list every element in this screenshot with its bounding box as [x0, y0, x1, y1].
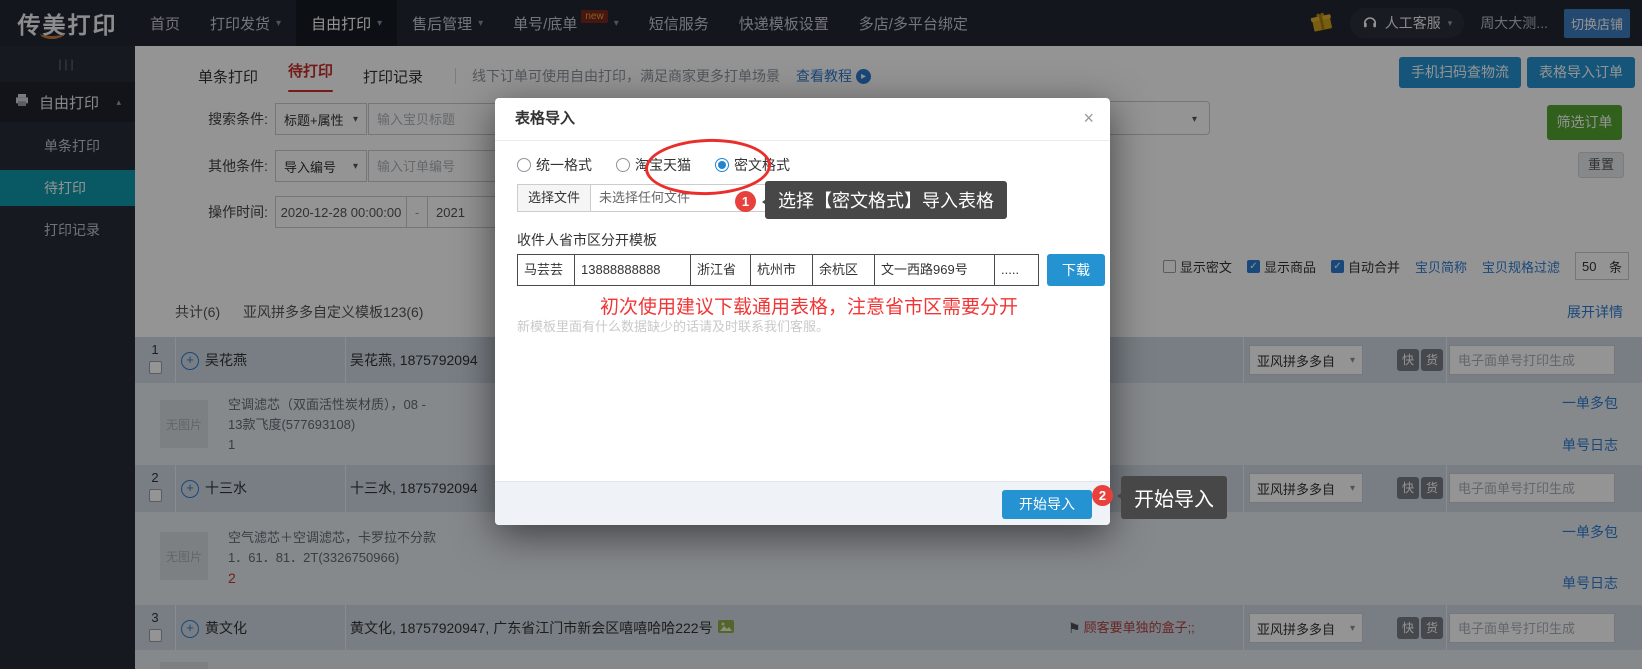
choose-file-button[interactable]: 选择文件 — [518, 185, 591, 211]
table-import-modal: 表格导入 × 统一格式 淘宝天猫 密文格式 选择文件 未选择任何文件 收件人省市… — [495, 98, 1110, 525]
sample-cell-more: ..... — [994, 255, 1038, 285]
warning-text: 初次使用建议下载通用表格，注意省市区需要分开 — [600, 297, 1019, 318]
note-text: 新模板里面有什么数据缺少的话请及时联系我们客服。 — [517, 319, 830, 334]
modal-footer: 开始导入 — [495, 481, 1110, 525]
sample-cell-province: 浙江省 — [690, 255, 750, 285]
radio-unified-format[interactable]: 统一格式 — [517, 155, 592, 175]
sample-table: 马芸芸 13888888888 浙江省 杭州市 余杭区 文一西路969号 ...… — [517, 254, 1039, 286]
step-2-tooltip: 开始导入 — [1121, 476, 1227, 519]
sample-cell-city: 杭州市 — [750, 255, 812, 285]
sample-cell-address: 文一西路969号 — [874, 255, 994, 285]
radio-icon[interactable] — [616, 158, 630, 172]
sample-cell-name: 马芸芸 — [524, 262, 564, 277]
radio-icon[interactable] — [517, 158, 531, 172]
sample-cell-district: 余杭区 — [812, 255, 874, 285]
app-window: 传美打印 首页 打印发货 ▾ 自由打印 ▾ 售后管理 ▾ 单号/底单 new ▾ 短信服务… — [0, 0, 1642, 669]
template-section-label: 收件人省市区分开模板 — [517, 232, 657, 248]
download-button[interactable]: 下载 — [1047, 254, 1105, 286]
close-icon[interactable]: × — [1083, 98, 1094, 138]
sample-cell-phone: 13888888888 — [574, 255, 690, 285]
modal-title: 表格导入 — [515, 110, 576, 127]
step-1-badge: 1 — [735, 191, 756, 212]
step-1-tooltip: 选择【密文格式】导入表格 — [765, 181, 1007, 219]
modal-header: 表格导入 × — [495, 98, 1110, 141]
start-import-button[interactable]: 开始导入 — [1002, 490, 1092, 519]
